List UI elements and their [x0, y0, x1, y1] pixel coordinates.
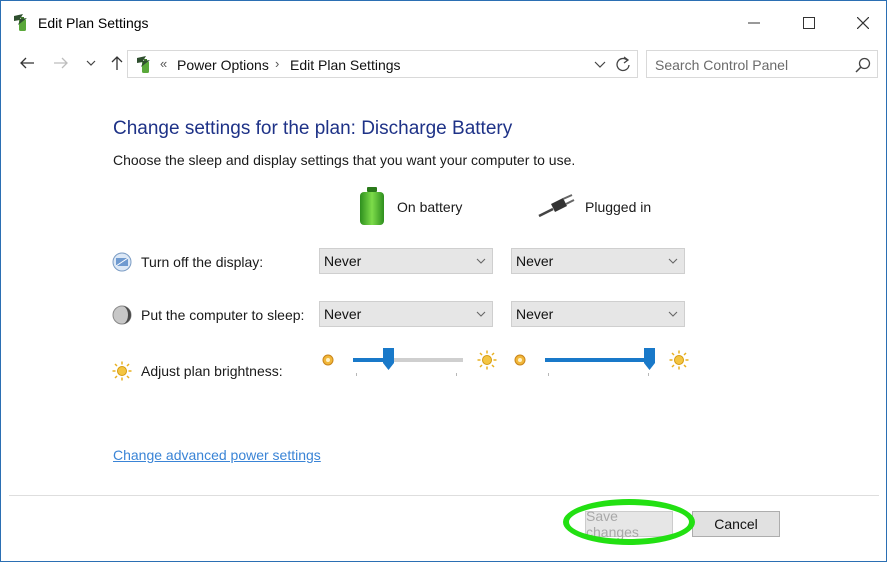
- chevron-down-icon: [476, 258, 486, 264]
- close-button[interactable]: [846, 9, 880, 37]
- full-brightness-icon: [477, 350, 497, 370]
- slider-tick: [548, 373, 549, 376]
- sleep-plugged-select[interactable]: Never: [511, 301, 685, 327]
- window-title: Edit Plan Settings: [38, 15, 149, 31]
- address-bar[interactable]: « Power Options › Edit Plan Settings: [127, 50, 638, 78]
- footer-divider: [9, 495, 879, 496]
- forward-button[interactable]: [51, 53, 71, 73]
- arrow-right-icon: [54, 57, 68, 69]
- sleep-plugged-value: Never: [516, 306, 554, 322]
- address-history-dropdown[interactable]: [593, 56, 607, 72]
- refresh-button[interactable]: [614, 56, 632, 74]
- arrow-up-icon: [111, 56, 123, 70]
- slider-tick: [456, 373, 457, 376]
- chevron-down-icon: [594, 61, 606, 68]
- slider-thumb[interactable]: [382, 348, 394, 370]
- breadcrumb-power-options[interactable]: Power Options: [177, 57, 269, 73]
- sun-icon: [112, 361, 132, 381]
- search-icon[interactable]: [855, 57, 871, 73]
- title-bar: Edit Plan Settings: [1, 1, 886, 45]
- plug-icon: [537, 193, 575, 221]
- brightness-plugged-slider[interactable]: [513, 346, 689, 376]
- display-icon: [112, 252, 132, 272]
- maximize-icon: [803, 17, 815, 29]
- battery-icon: [357, 186, 387, 229]
- slider-tick: [648, 373, 649, 376]
- slider-thumb[interactable]: [644, 348, 655, 370]
- breadcrumb-separator[interactable]: ›: [275, 56, 279, 71]
- sleep-battery-select[interactable]: Never: [319, 301, 493, 327]
- display-setting-label: Turn off the display:: [141, 254, 264, 270]
- search-input[interactable]: Search Control Panel: [646, 50, 878, 78]
- moon-icon: [112, 305, 132, 325]
- search-placeholder: Search Control Panel: [655, 57, 789, 73]
- up-button[interactable]: [107, 53, 127, 73]
- advanced-power-settings-link[interactable]: Change advanced power settings: [113, 447, 321, 463]
- power-plan-icon: [12, 13, 32, 33]
- chevron-down-icon: [476, 311, 486, 317]
- dim-brightness-icon: [322, 354, 334, 366]
- dim-brightness-icon: [514, 354, 526, 366]
- minimize-icon: [748, 22, 760, 24]
- sleep-battery-value: Never: [324, 306, 362, 322]
- arrow-left-icon: [20, 57, 34, 69]
- slider-fill: [545, 358, 650, 362]
- full-brightness-icon: [669, 350, 689, 370]
- display-battery-select[interactable]: Never: [319, 248, 493, 274]
- breadcrumb-overflow[interactable]: «: [160, 56, 167, 71]
- sleep-setting-label: Put the computer to sleep:: [141, 307, 305, 323]
- slider-tick: [356, 373, 357, 376]
- power-plan-icon: [135, 55, 155, 75]
- display-battery-value: Never: [324, 253, 362, 269]
- refresh-icon: [616, 56, 630, 72]
- minimize-button[interactable]: [737, 9, 771, 37]
- column-header-battery: On battery: [357, 186, 463, 229]
- column-label-plugged: Plugged in: [585, 199, 652, 215]
- recent-locations-button[interactable]: [81, 53, 101, 73]
- column-label-battery: On battery: [397, 199, 463, 215]
- back-button[interactable]: [17, 53, 37, 73]
- page-description: Choose the sleep and display settings th…: [113, 152, 576, 168]
- page-title: Change settings for the plan: Discharge …: [113, 118, 513, 139]
- display-plugged-select[interactable]: Never: [511, 248, 685, 274]
- save-button-highlight-annotation: [563, 499, 695, 545]
- chevron-down-icon: [668, 258, 678, 264]
- display-plugged-value: Never: [516, 253, 554, 269]
- brightness-setting-label: Adjust plan brightness:: [141, 363, 283, 379]
- brightness-battery-slider[interactable]: [321, 346, 497, 376]
- column-header-plugged: Plugged in: [537, 187, 651, 227]
- maximize-button[interactable]: [792, 9, 826, 37]
- breadcrumb-edit-plan-settings[interactable]: Edit Plan Settings: [290, 57, 401, 73]
- cancel-button[interactable]: Cancel: [692, 511, 780, 537]
- edit-plan-settings-window: Edit Plan Settings « Power Options › Edi…: [0, 0, 887, 562]
- close-icon: [857, 17, 869, 29]
- chevron-down-icon: [668, 311, 678, 317]
- chevron-down-icon: [86, 60, 96, 66]
